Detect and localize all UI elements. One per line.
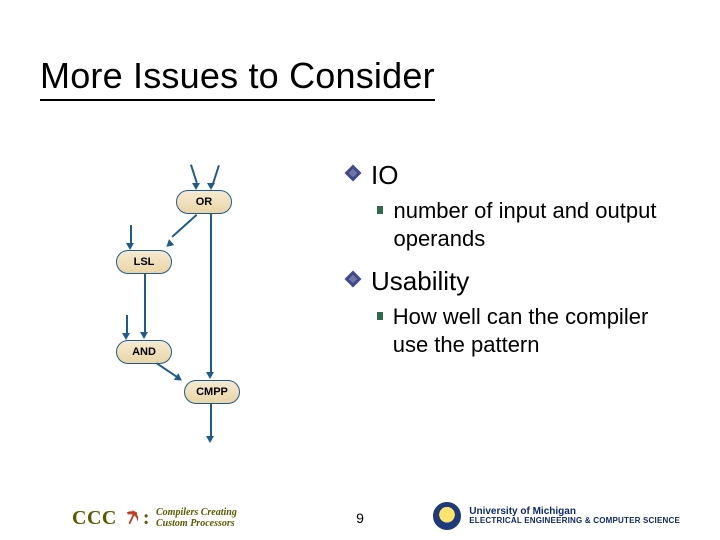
logo-cccp: CCC : Compilers Creating Custom Processo… (72, 507, 237, 530)
node-label: CMPP (196, 386, 228, 398)
edge (126, 315, 128, 335)
edge (171, 214, 197, 237)
logo-cccp-tagline: Compilers Creating Custom Processors (156, 508, 237, 529)
slide: More Issues to Consider OR LSL AND CMPP (0, 0, 720, 540)
sub-bullet-io: number of input and output operands (377, 197, 685, 252)
arrow-head-icon (140, 332, 148, 339)
edge (210, 404, 212, 438)
edge (212, 165, 219, 184)
bullet-io: IO (345, 160, 685, 191)
node-or: OR (176, 190, 232, 214)
square-bullet-icon (377, 312, 383, 320)
edge (130, 225, 132, 245)
tagline-line1: Compilers Creating (156, 507, 237, 518)
hammer-sickle-icon (123, 510, 141, 528)
content-area: IO number of input and output operands U… (345, 160, 685, 372)
arrow-head-icon (164, 239, 175, 250)
arrow-head-icon (192, 183, 200, 190)
sub-bullet-usability-text: How well can the compiler use the patter… (393, 303, 685, 358)
logo-cccp-text: CCC (72, 507, 117, 530)
umich-text: University of Michigan ELECTRICAL ENGINE… (469, 506, 680, 526)
node-label: OR (196, 196, 213, 208)
edge (190, 165, 197, 184)
arrow-head-icon (122, 333, 130, 340)
arrow-head-icon (206, 436, 214, 443)
bullet-usability: Usability (345, 266, 685, 297)
node-label: AND (132, 346, 156, 358)
page-number: 9 (356, 510, 364, 526)
node-label: LSL (134, 256, 155, 268)
logo-cccp-colon: : (143, 507, 150, 530)
square-bullet-icon (377, 206, 383, 214)
bullet-io-label: IO (371, 160, 398, 191)
slide-title: More Issues to Consider (40, 55, 435, 101)
edge (210, 214, 212, 374)
footer: CCC : Compilers Creating Custom Processo… (0, 492, 720, 532)
arrow-head-icon (206, 372, 214, 379)
sub-bullet-io-text: number of input and output operands (393, 197, 685, 252)
tagline-line2: Custom Processors (156, 518, 235, 529)
diamond-bullet-icon (345, 266, 361, 285)
graph-diagram: OR LSL AND CMPP (90, 165, 340, 455)
umich-seal-icon (433, 502, 461, 530)
edge (156, 363, 177, 378)
node-cmpp: CMPP (184, 380, 240, 404)
sub-bullet-usability: How well can the compiler use the patter… (377, 303, 685, 358)
arrow-head-icon (126, 243, 134, 250)
arrow-head-icon (207, 183, 215, 190)
bullet-usability-label: Usability (371, 266, 469, 297)
node-and: AND (116, 340, 172, 364)
diamond-bullet-icon (345, 160, 361, 179)
umich-line2: ELECTRICAL ENGINEERING & COMPUTER SCIENC… (469, 517, 680, 526)
edge (144, 274, 146, 334)
logo-umich: University of Michigan ELECTRICAL ENGINE… (433, 502, 680, 530)
node-lsl: LSL (116, 250, 172, 274)
